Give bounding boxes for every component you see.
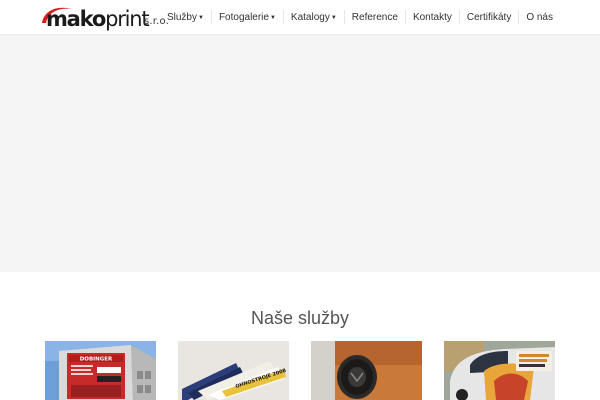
logo-mako-text: mako [46,7,106,31]
nav-item-label: Katalogy [290,11,330,23]
service-card-tickets[interactable]: OHNOSTROJE 2008 [178,341,289,400]
logo-print-text: print [105,7,150,31]
nav-item-label: Certifikáty [466,11,512,23]
logo-wordmark: makoprint [46,7,150,31]
building-signage-photo: DOBINGER [45,341,156,400]
nav-item-o-nas[interactable]: O nás [518,10,560,24]
nav-item-reference[interactable]: Reference [343,10,405,24]
chevron-down-icon: ▼ [269,14,276,21]
service-card-building-signage[interactable]: DOBINGER [45,341,156,400]
nav-item-kontakty[interactable]: Kontakty [404,10,459,24]
nav-item-certifikaty[interactable]: Certifikáty [458,10,518,24]
site-header: makoprint s.r.o. Služby ▼ Fotogalerie ▼ Ka… [0,0,600,35]
sign-text: DOBINGER [80,357,113,363]
service-card-stamp[interactable] [311,341,422,400]
tickets-photo: OHNOSTROJE 2008 [178,341,289,400]
stamp-photo [311,341,422,400]
service-card-car-wrap[interactable] [444,341,555,400]
nav-item-label: Fotogalerie [218,11,269,23]
main-nav: Služby ▼ Fotogalerie ▼ Katalogy ▼ Reference… [160,0,560,34]
nav-item-label: Kontakty [412,11,452,23]
nav-item-label: Reference [351,11,398,23]
nav-item-fotogalerie[interactable]: Fotogalerie ▼ [210,10,283,24]
chevron-down-icon: ▼ [330,14,337,21]
nav-item-sluzby[interactable]: Služby ▼ [160,10,211,24]
mako-print-logo[interactable]: makoprint s.r.o. [40,5,170,31]
hero-slider-area [0,35,600,272]
services-section-title: Naše služby [250,307,350,328]
nav-item-label: Služby [166,11,197,23]
car-wrap-photo [444,341,555,400]
nav-item-katalogy[interactable]: Katalogy ▼ [282,10,344,24]
nav-item-label: O nás [526,11,553,23]
chevron-down-icon: ▼ [197,14,204,21]
